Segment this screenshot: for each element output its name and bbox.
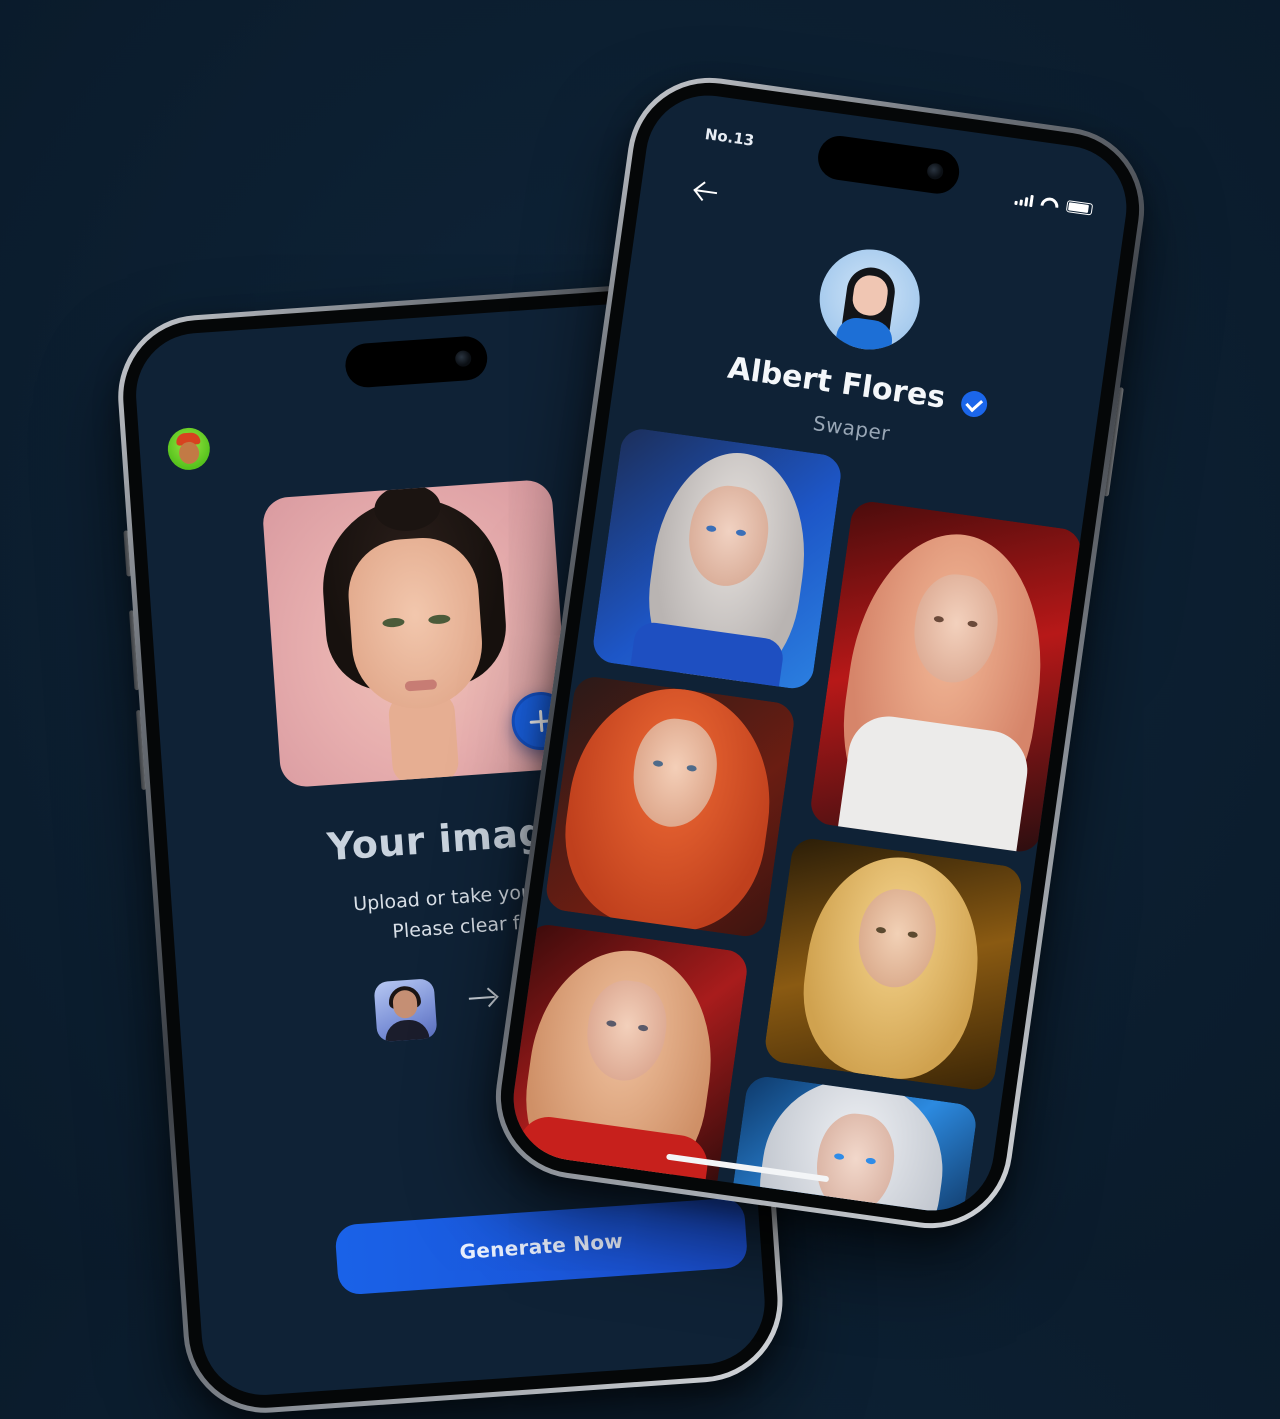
dynamic-island: [815, 133, 962, 197]
camera-lens-icon: [926, 162, 945, 181]
arrow-right-icon: [468, 995, 495, 1000]
carrier-label: No.13: [703, 125, 756, 150]
gallery-item[interactable]: [543, 674, 797, 939]
profile-avatar: [813, 243, 927, 356]
avatar-face: [178, 441, 200, 465]
right-phone: No.13 Albert Flores Swaper: [485, 67, 1155, 1239]
verified-badge-icon: [959, 388, 989, 419]
status-bar-icons: [1014, 193, 1094, 216]
profile-screen: No.13 Albert Flores Swaper: [505, 87, 1135, 1219]
signal-icon: [1014, 193, 1034, 208]
battery-icon: [1065, 200, 1094, 216]
camera-lens-icon: [454, 350, 472, 368]
gallery-item[interactable]: [590, 426, 844, 692]
generate-now-button[interactable]: Generate Now: [334, 1197, 749, 1296]
source-face-thumbnail: [373, 978, 438, 1043]
gallery-item[interactable]: [762, 836, 1024, 1093]
back-arrow-icon[interactable]: [692, 178, 719, 205]
uploaded-image-card[interactable]: [261, 478, 572, 789]
user-avatar[interactable]: [166, 426, 212, 472]
dynamic-island: [343, 334, 489, 389]
wifi-icon: [1040, 196, 1059, 210]
gallery-item[interactable]: [808, 499, 1084, 855]
showcase-stage: 25 Your image Upload or take you: [0, 0, 1280, 1419]
